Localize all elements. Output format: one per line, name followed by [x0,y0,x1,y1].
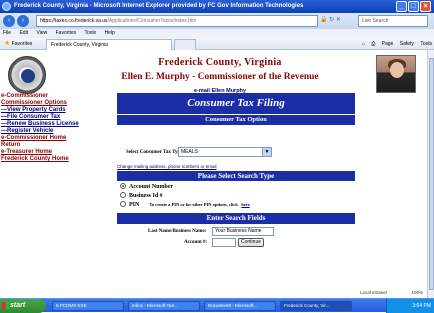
name-label: Last Name/Business Name: [148,229,207,234]
window-titlebar: Frederick County, Virginia - Microsoft I… [0,0,434,13]
chevron-down-icon: ▼ [262,148,271,156]
sidebar-item-county-home[interactable]: Frederick County Home [0,156,110,163]
radio-selected-icon [120,183,126,189]
zoom-level[interactable]: 100% [411,290,423,295]
business-name-input[interactable]: Your Business Name [212,227,274,236]
taskbar-item-document[interactable]: Document8 - Microsoft... [204,301,276,311]
command-bar: ⌂ ⎙ Page Safety Tools [357,38,432,50]
system-tray: 3:04 PM [386,299,434,313]
account-number-input[interactable] [212,238,236,247]
sidebar-item-business-license[interactable]: —Renew Business License [0,121,110,128]
search-input[interactable]: Live Search [358,15,428,27]
county-title: Frederick County, Virginia [158,57,282,68]
address-path: /Applications/ConsumerTaxes/index.htm [107,18,197,24]
taskbar-item-ie[interactable]: Frederick County, Vir... [280,301,352,311]
start-button[interactable]: start [0,299,46,313]
pin-here-link[interactable]: here [241,202,249,207]
menu-file[interactable]: File [3,30,11,36]
sidebar-item-register-vehicle[interactable]: —Register Vehicle [0,128,110,135]
command-safety[interactable]: Safety [400,41,414,47]
favorites-bar: ★ Favorites Frederick County, Virginia ⌂… [0,38,434,50]
sidebar-item-property-cards[interactable]: —View Property Cards [0,107,110,114]
page-content: Frederick County, Virginia Ellen E. Murp… [0,50,427,298]
search-fields-heading: Enter Search Fields [117,213,355,224]
radio-account-label: Account Number [129,184,174,190]
command-page[interactable]: Page [382,41,394,47]
close-button[interactable]: × [420,1,431,12]
window-title: Frederick County, Virginia - Microsoft I… [14,3,304,9]
menu-favorites[interactable]: Favorites [56,30,77,36]
official-title: Ellen E. Murphy - Commissioner of the Re… [121,72,319,82]
radio-pin-label: PIN [129,202,140,208]
lock-icon[interactable]: 🔒 ↻ ✕ [320,16,341,23]
radio-pin[interactable]: PIN To create a PIN or for other PIN opti… [120,201,250,209]
taskbar-item-pcoms[interactable]: 9 PCOMS-EXE [52,301,124,311]
security-zone: Local intranet [359,290,387,295]
address-bar[interactable]: https://taxes.co.frederick.va.us/Applica… [36,15,318,27]
radio-business-id[interactable]: Business Id # [120,192,163,200]
change-mailing-link[interactable]: Change mailing address, phone numbers or… [117,164,217,169]
radio-icon [120,201,126,207]
county-seal-image [8,56,46,94]
tax-type-select[interactable]: MEALS ▼ [178,147,272,157]
menu-help[interactable]: Help [105,30,115,36]
maximize-button[interactable]: □ [408,1,419,12]
sidebar-item-treasurer-home[interactable]: e-Treasurer Home [0,149,110,156]
back-icon[interactable]: ‹ [3,15,15,27]
option-heading: Consumer Tax Option [117,115,355,125]
radio-icon [120,192,126,198]
tax-type-label: Select Consumer Tax Type: [126,150,185,155]
command-tools[interactable]: Tools [420,41,432,47]
taskbar-item-inbox[interactable]: Inbox - Microsoft Out... [128,301,200,311]
navigation-bar: ‹ › https://taxes.co.frederick.va.us/App… [0,13,434,29]
favorites-label: Favorites [11,41,33,47]
vertical-scrollbar[interactable] [427,50,434,298]
minimize-button[interactable]: _ [396,1,407,12]
menu-view[interactable]: View [36,30,47,36]
clock[interactable]: 3:04 PM [412,303,431,309]
ie-icon [2,2,11,11]
sidebar-item-return[interactable]: Return [0,142,110,149]
windows-flag-icon [2,302,9,309]
favorites-button[interactable]: ★ Favorites [4,38,32,50]
official-photo [376,55,416,93]
sidebar-item-commissioner-home[interactable]: e-Commissioner Home [0,135,110,142]
print-icon[interactable]: ⎙ [371,41,375,47]
search-type-heading: Please Select Search Type [117,171,355,181]
menu-edit[interactable]: Edit [19,30,28,36]
new-tab-button[interactable] [174,39,196,50]
menu-tools[interactable]: Tools [84,30,96,36]
page-title: Consumer Tax Filing [117,93,355,114]
continue-button[interactable]: Continue [238,238,264,247]
sidebar-nav: e-Commissioner Commissioner Options —Vie… [0,93,110,163]
home-icon[interactable]: ⌂ [362,41,365,47]
menu-bar: File Edit View Favorites Tools Help [0,29,434,38]
address-host: https://taxes.co.frederick.va.us [40,18,108,24]
sidebar-item-ecommissioner: e-Commissioner [1,93,49,99]
radio-account-number[interactable]: Account Number [120,183,173,191]
start-label: start [10,302,26,309]
scrollbar-thumb[interactable] [429,58,434,290]
pin-note: To create a PIN or for other PIN options… [149,202,238,207]
radio-business-label: Business Id # [129,193,163,199]
tab-current[interactable]: Frederick County, Virginia [46,39,172,50]
forward-icon[interactable]: › [17,15,29,27]
sidebar-item-consumer-tax[interactable]: —File Consumer Tax [0,114,110,121]
account-label: Account #: [184,240,208,245]
taskbar: start 9 PCOMS-EXE Inbox - Microsoft Out.… [0,298,434,313]
tab-title: Frederick County, Virginia [51,42,109,48]
sidebar-item-options[interactable]: Commissioner Options [0,100,110,107]
tax-type-value: MEALS [181,149,198,155]
star-icon: ★ [4,40,11,47]
